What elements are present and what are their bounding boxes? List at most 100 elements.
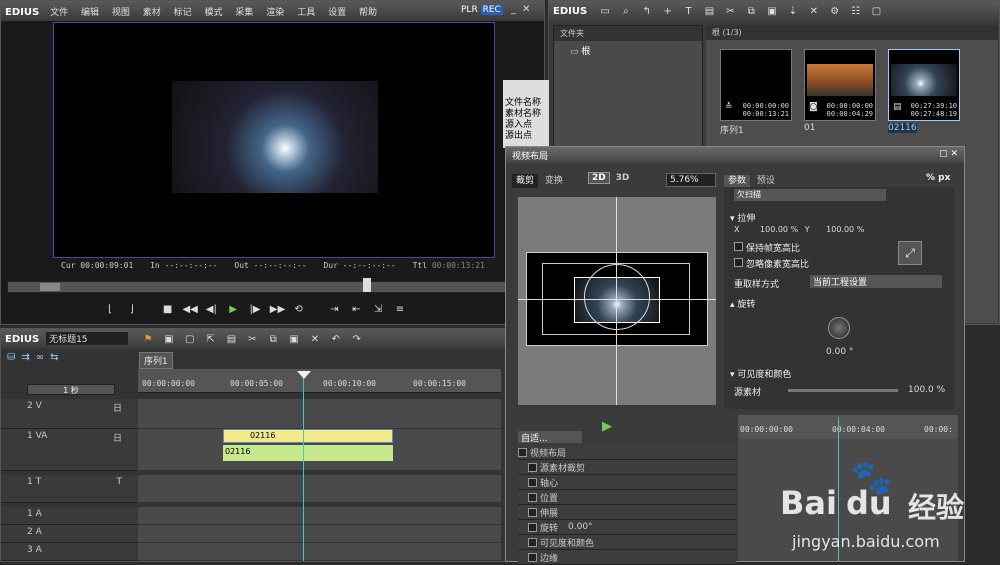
- visibility-section[interactable]: ▾ 可见度和颜色: [730, 367, 791, 380]
- copy-icon[interactable]: ⧉: [266, 333, 280, 347]
- kf-row[interactable]: 源素材裁剪: [518, 460, 736, 475]
- kf-check[interactable]: [528, 462, 537, 472]
- folder-icon[interactable]: ▭: [598, 5, 612, 19]
- play-icon[interactable]: ▶: [226, 303, 240, 317]
- view-icon[interactable]: ☷: [849, 5, 863, 19]
- kf-check[interactable]: [528, 522, 537, 532]
- mixer-icon[interactable]: ⛁: [7, 352, 21, 363]
- clip-thumb-02116[interactable]: ▤ 00:27:39:10 00:27:48:19: [888, 49, 960, 121]
- cut-icon[interactable]: ✂: [723, 5, 737, 19]
- track-lane-3a[interactable]: [138, 543, 501, 561]
- clip-thumb-sequence[interactable]: ≛ 00:00:00:00 00:00:13:21: [720, 49, 792, 121]
- sequence-new-icon[interactable]: ▣: [162, 333, 176, 347]
- menu-help[interactable]: 帮助: [359, 5, 377, 18]
- plr-label[interactable]: PLR: [461, 5, 478, 15]
- folder-root-label[interactable]: 根: [581, 47, 590, 57]
- scrub-handle[interactable]: [40, 283, 60, 291]
- track-header-2a[interactable]: 2 A: [1, 525, 138, 543]
- source-value[interactable]: 100.0 %: [908, 385, 945, 395]
- kf-check[interactable]: [528, 507, 537, 517]
- auto-select[interactable]: 自适...: [518, 431, 582, 444]
- tab-params[interactable]: 参数: [724, 175, 751, 187]
- menu-settings[interactable]: 设置: [328, 5, 346, 18]
- mode-2d-button[interactable]: 2D: [588, 172, 610, 184]
- step-back-icon[interactable]: ◀|: [204, 303, 218, 317]
- rotate-knob[interactable]: [828, 317, 850, 339]
- add-clip-icon[interactable]: +: [661, 5, 675, 19]
- scale-select[interactable]: 1 秒: [27, 384, 115, 395]
- title-icon[interactable]: T: [682, 5, 696, 19]
- zoom-value[interactable]: 5.76%: [670, 175, 699, 185]
- menu-clip[interactable]: 素材: [143, 5, 161, 18]
- delete-icon[interactable]: ✕: [308, 333, 322, 347]
- properties-icon[interactable]: ⚙: [828, 5, 842, 19]
- kf-check[interactable]: [528, 552, 537, 562]
- y-value[interactable]: 100.00 %: [826, 225, 864, 234]
- insert-icon[interactable]: ⇥: [327, 303, 341, 317]
- track-lane-1a[interactable]: [138, 507, 501, 525]
- paste-icon[interactable]: ▣: [765, 5, 779, 19]
- folder-root[interactable]: ▭ 根: [554, 41, 702, 60]
- ignore-pixel-checkbox[interactable]: 忽略像素宽高比: [734, 257, 809, 270]
- mode-icon[interactable]: ⚑: [141, 333, 155, 347]
- menu-mode[interactable]: 模式: [205, 5, 223, 18]
- menu-render[interactable]: 渲染: [266, 5, 284, 18]
- stop-icon[interactable]: ■: [161, 303, 175, 317]
- fit-button[interactable]: ⤢: [898, 241, 922, 265]
- copy-icon[interactable]: ⧉: [744, 5, 758, 19]
- layout-canvas[interactable]: [518, 197, 716, 405]
- new-icon[interactable]: ▢: [183, 333, 197, 347]
- track-lane-1va[interactable]: 02116 02116: [138, 429, 501, 471]
- color-bar-icon[interactable]: ▤: [702, 5, 716, 19]
- track-lane-2a[interactable]: [138, 525, 501, 543]
- window-icon[interactable]: ▢: [869, 5, 883, 19]
- rotation-circle[interactable]: [584, 264, 650, 330]
- step-forward-icon[interactable]: |▶: [248, 303, 262, 317]
- video-clip[interactable]: 02116: [223, 429, 393, 443]
- loop-icon[interactable]: ⟲: [292, 303, 306, 317]
- preset-select[interactable]: 欠扫描: [734, 189, 886, 201]
- link-icon[interactable]: ∞: [36, 352, 50, 363]
- px-unit[interactable]: px: [938, 173, 950, 183]
- track-lane-2v[interactable]: [138, 399, 501, 429]
- plr-rec-switch[interactable]: PLR REC: [461, 5, 503, 15]
- add-timeline-icon[interactable]: ⇣: [786, 5, 800, 19]
- kf-row[interactable]: 轴心: [518, 475, 736, 490]
- undo-icon[interactable]: ↶: [329, 333, 343, 347]
- auto-value[interactable]: 自适...: [521, 434, 548, 444]
- open-icon[interactable]: ⇱: [204, 333, 218, 347]
- keep-aspect-checkbox[interactable]: 保持帧宽高比: [734, 241, 800, 254]
- dialog-close-icon[interactable]: ▢ ✕: [939, 149, 958, 159]
- overwrite-icon[interactable]: ⇤: [349, 303, 363, 317]
- source-slider[interactable]: [788, 389, 898, 392]
- kf-row[interactable]: 边缘: [518, 550, 736, 565]
- audio-clip[interactable]: 02116: [223, 445, 393, 461]
- tab-crop[interactable]: 裁剪: [512, 174, 539, 188]
- menu-view[interactable]: 视图: [112, 5, 130, 18]
- search-icon[interactable]: ⌕: [619, 5, 633, 19]
- close-icon[interactable]: ✕: [522, 4, 536, 15]
- kf-check[interactable]: [528, 477, 537, 487]
- keep-aspect-box[interactable]: [734, 242, 743, 251]
- menu-tools[interactable]: 工具: [297, 5, 315, 18]
- tab-presets[interactable]: 预设: [753, 175, 779, 187]
- kf-play-icon[interactable]: ▶: [602, 419, 612, 434]
- menu-marker[interactable]: 标记: [174, 5, 192, 18]
- cut-icon[interactable]: ✂: [245, 333, 259, 347]
- delete-icon[interactable]: ✕: [807, 5, 821, 19]
- resample-value[interactable]: 当前工程设置: [813, 278, 867, 288]
- ignore-pixel-box[interactable]: [734, 258, 743, 267]
- tab-transform[interactable]: 变换: [541, 174, 567, 188]
- kf-check[interactable]: [528, 492, 537, 502]
- fast-forward-icon[interactable]: ▶▶: [270, 303, 285, 317]
- scale-value[interactable]: 1 秒: [63, 386, 79, 395]
- kf-row[interactable]: 视频布局: [518, 445, 736, 460]
- more-icon[interactable]: ≡: [393, 303, 407, 317]
- percent-unit[interactable]: %: [926, 173, 935, 183]
- playhead-marker[interactable]: [363, 278, 371, 292]
- track-header-1t[interactable]: 1 T T: [1, 475, 138, 503]
- rewind-icon[interactable]: ◀◀: [182, 303, 197, 317]
- time-ruler[interactable]: 00:00:00:00 00:00:05:00 00:00:10:00 00:0…: [138, 369, 501, 393]
- save-icon[interactable]: ▤: [224, 333, 238, 347]
- timeline-cursor-head[interactable]: [297, 371, 311, 379]
